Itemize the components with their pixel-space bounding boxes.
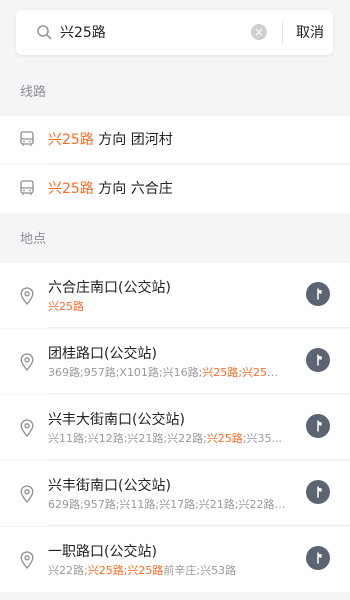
routes-highlight: 兴25路;兴25路... — [202, 366, 286, 379]
row-divider — [48, 459, 350, 460]
place-name: 一职路口(公交站) — [48, 544, 157, 560]
route-item[interactable]: 兴25路 方向 六合庄 — [0, 165, 350, 213]
place-name: 兴丰街南口(公交站) — [48, 478, 171, 494]
navigate-button[interactable] — [306, 348, 330, 372]
place-item[interactable]: 一职路口(公交站) 兴22路;兴25路;兴25路前辛庄;兴53路 — [0, 527, 350, 592]
place-routes: 629路;957路;兴11路;兴17路;兴21路;兴22路;... — [48, 498, 286, 512]
routes-text: 629路;957路;兴11路;兴17路;兴21路;兴22路; — [48, 498, 279, 511]
row-divider — [48, 525, 350, 526]
place-name: 兴丰大街南口(公交站) — [48, 412, 185, 428]
navigate-button[interactable] — [306, 480, 330, 504]
row-divider — [48, 327, 350, 328]
section-header-places: 地点 — [0, 217, 350, 263]
search-box: × 取消 — [16, 10, 333, 55]
place-routes: 369路;957路;X101路;兴16路;兴25路;兴25路... — [48, 366, 286, 380]
routes-text: ;兴35... — [242, 432, 283, 445]
place-item[interactable]: 团桂路口(公交站) 369路;957路;X101路;兴16路;兴25路;兴25路… — [0, 329, 350, 394]
navigate-icon — [317, 486, 322, 498]
place-name: 团桂路口(公交站) — [48, 346, 157, 362]
routes-text: 369路;957路;X101路;兴16路; — [48, 366, 203, 379]
place-item[interactable]: 六合庄南口(公交站) 兴25路 — [0, 263, 350, 328]
routes-text: 兴11路;兴12路;兴21路;兴22路; — [48, 432, 207, 445]
routes-highlight: 兴25路 — [48, 300, 84, 313]
search-bar: × 取消 — [0, 0, 350, 70]
navigate-icon — [317, 420, 322, 432]
location-pin-icon — [20, 287, 34, 305]
place-item[interactable]: 兴丰大街南口(公交站) 兴11路;兴12路;兴21路;兴22路;兴25路;兴35… — [0, 395, 350, 460]
location-pin-icon — [20, 485, 34, 503]
route-label: 兴25路 方向 六合庄 — [48, 179, 173, 199]
routes-highlight: 兴25路;兴25路 — [87, 564, 164, 577]
navigate-button[interactable] — [306, 414, 330, 438]
routes-text: 兴22路; — [48, 564, 88, 577]
place-routes: 兴11路;兴12路;兴21路;兴22路;兴25路;兴35... — [48, 432, 286, 446]
navigate-icon — [317, 552, 322, 564]
search-input[interactable] — [60, 19, 250, 45]
search-icon — [37, 25, 52, 40]
cancel-button[interactable]: 取消 — [290, 22, 330, 44]
place-routes: 兴22路;兴25路;兴25路前辛庄;兴53路 — [48, 564, 286, 578]
routes-text: 前辛庄;兴53路 — [163, 564, 237, 577]
place-routes: 兴25路 — [48, 300, 286, 314]
route-item[interactable]: 兴25路 方向 团河村 — [0, 116, 350, 164]
route-name: 兴25路 — [48, 181, 94, 197]
row-divider — [48, 163, 350, 164]
divider — [282, 22, 283, 44]
route-label: 兴25路 方向 团河村 — [48, 130, 173, 150]
section-header-routes: 线路 — [0, 70, 350, 116]
route-name: 兴25路 — [48, 132, 94, 148]
bus-icon — [20, 131, 34, 146]
location-pin-icon — [20, 353, 34, 371]
route-direction: 方向 团河村 — [93, 132, 173, 148]
route-direction: 方向 六合庄 — [93, 181, 173, 197]
navigate-button[interactable] — [306, 282, 330, 306]
row-divider — [48, 393, 350, 394]
navigate-button[interactable] — [306, 546, 330, 570]
location-pin-icon — [20, 419, 34, 437]
place-item[interactable]: 兴丰街南口(公交站) 629路;957路;兴11路;兴17路;兴21路;兴22路… — [0, 461, 350, 526]
location-pin-icon — [20, 551, 34, 569]
bus-icon — [20, 180, 34, 195]
navigate-icon — [317, 288, 322, 300]
navigate-icon — [317, 354, 322, 366]
routes-highlight: 兴25路 — [206, 432, 243, 445]
place-name: 六合庄南口(公交站) — [48, 280, 171, 296]
clear-icon[interactable]: × — [251, 24, 267, 40]
